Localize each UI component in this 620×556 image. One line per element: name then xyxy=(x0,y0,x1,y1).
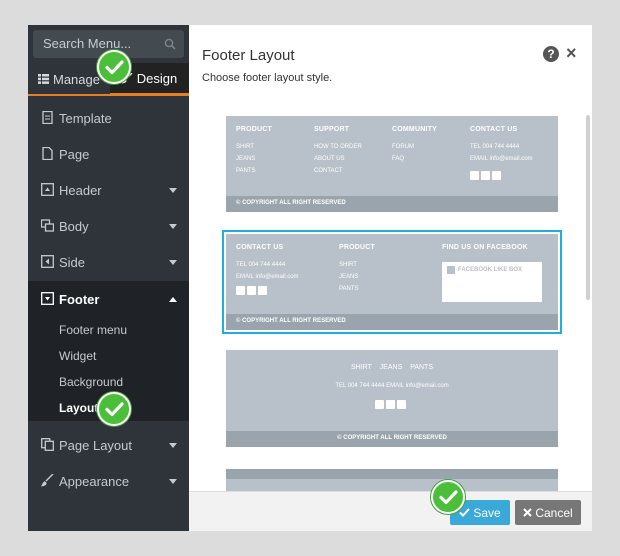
footer-layout-panel: Footer Layout Choose footer layout style… xyxy=(189,25,592,531)
tab-design-label: Design xyxy=(136,70,178,86)
file-icon xyxy=(42,111,53,124)
submenu-item-footer-menu[interactable]: Footer menu xyxy=(59,323,127,337)
sidebar-item-label: Appearance xyxy=(59,473,130,489)
brush-icon xyxy=(41,474,54,487)
column-title: CONTACT US xyxy=(470,126,518,133)
scrollbar[interactable] xyxy=(586,115,590,300)
layout-option-1[interactable]: PRODUCT SHIRT JEANS PANTS SUPPORT HOW TO O… xyxy=(226,116,558,212)
column-title: COMMUNITY xyxy=(392,126,437,133)
facebook-like-box: FACEBOOK LIKE BOX xyxy=(442,262,542,302)
body-icon xyxy=(41,219,54,232)
column-lines: TEL 004 744 4444 EMAIL info@email.com xyxy=(236,262,299,280)
facebook-icon xyxy=(375,400,384,409)
chevron-down-icon xyxy=(169,260,177,265)
submenu-item-widget[interactable]: Widget xyxy=(59,349,96,363)
social-icons xyxy=(470,171,501,180)
header-icon xyxy=(41,183,54,196)
cancel-button[interactable]: Cancel xyxy=(515,500,581,525)
close-icon[interactable]: × xyxy=(566,43,577,64)
column-lines: SHIRT JEANS PANTS xyxy=(339,262,359,292)
panel-title: Footer Layout xyxy=(202,47,295,64)
search-icon[interactable] xyxy=(164,38,176,50)
layout-option-3[interactable]: SHIRT JEANS PANTS TEL 004 744 4444 EMAIL… xyxy=(226,350,558,447)
check-badge-icon xyxy=(97,392,131,426)
copy-icon xyxy=(41,438,54,451)
panel-footer: Save Cancel xyxy=(189,491,592,531)
sidebar-item-label: Template xyxy=(59,110,112,126)
facebook-like-box-label: FACEBOOK LIKE BOX xyxy=(458,267,523,273)
search-placeholder: Search Menu... xyxy=(43,36,132,51)
facebook-icon xyxy=(447,266,455,274)
chevron-down-icon xyxy=(169,479,177,484)
instagram-icon xyxy=(492,171,501,180)
checkmark-icon xyxy=(459,508,471,517)
sidebar-item-label: Footer xyxy=(59,291,100,307)
sidebar-item-template[interactable]: Template xyxy=(28,100,189,136)
chevron-down-icon xyxy=(169,188,177,193)
sidebar-item-appearance[interactable]: Appearance xyxy=(28,463,189,499)
twitter-icon xyxy=(481,171,490,180)
sidebar-item-body[interactable]: Body xyxy=(28,208,189,244)
chevron-up-icon xyxy=(169,297,177,302)
sidebar-item-label: Header xyxy=(59,182,102,198)
sidebar-item-footer[interactable]: Footer xyxy=(28,281,189,317)
instagram-icon xyxy=(397,400,406,409)
save-label: Save xyxy=(473,505,501,520)
copyright-text: © COPYRIGHT ALL RIGHT RESERVED xyxy=(236,318,346,324)
layout-option-2[interactable]: CONTACT US TEL 004 744 4444 EMAIL info@em… xyxy=(222,230,562,334)
instagram-icon xyxy=(258,286,267,295)
column-title: CONTACT US xyxy=(236,244,284,251)
twitter-icon xyxy=(386,400,395,409)
copyright-text: © COPYRIGHT ALL RIGHT RESERVED xyxy=(337,435,447,441)
center-contact: TEL 004 744 4444 EMAIL info@email.com xyxy=(335,383,449,389)
column-lines: SHIRT JEANS PANTS xyxy=(236,144,256,174)
sidebar-item-label: Body xyxy=(59,218,89,234)
column-title: PRODUCT xyxy=(236,126,273,133)
help-icon[interactable]: ? xyxy=(543,46,559,62)
copyright-text: © COPYRIGHT ALL RIGHT RESERVED xyxy=(236,200,346,206)
check-badge-icon xyxy=(431,480,465,514)
copyright-bar: © COPYRIGHT ALL RIGHT RESERVED xyxy=(226,196,558,212)
submenu-item-layout[interactable]: Layout xyxy=(59,401,98,415)
footer-icon xyxy=(41,292,54,305)
tab-manage-label: Manage xyxy=(53,71,100,87)
sidebar-item-page[interactable]: Page xyxy=(28,136,189,172)
facebook-icon xyxy=(470,171,479,180)
layout-options-list: PRODUCT SHIRT JEANS PANTS SUPPORT HOW TO O… xyxy=(189,113,584,491)
social-icons xyxy=(375,400,406,409)
list-icon xyxy=(38,74,49,84)
close-icon xyxy=(523,508,533,517)
tabs-underline xyxy=(28,94,189,96)
sidebar-item-label: Page xyxy=(59,146,90,162)
sidebar-item-label: Side xyxy=(59,254,86,270)
layout-option-4-header xyxy=(226,469,558,479)
column-title: SUPPORT xyxy=(314,126,350,133)
page-icon xyxy=(42,147,53,160)
panel-subtitle: Choose footer layout style. xyxy=(202,72,333,84)
copyright-bar: © COPYRIGHT ALL RIGHT RESERVED xyxy=(226,431,558,447)
social-icons xyxy=(236,286,267,295)
column-lines: TEL 004 744 4444 EMAIL info@email.com xyxy=(470,144,533,162)
column-title: PRODUCT xyxy=(339,244,376,251)
sidebar-item-header[interactable]: Header xyxy=(28,172,189,208)
check-badge-icon xyxy=(97,50,131,84)
facebook-icon xyxy=(236,286,245,295)
twitter-icon xyxy=(247,286,256,295)
sidebar: Search Menu... Manage Design Template Pa… xyxy=(28,25,189,531)
chevron-down-icon xyxy=(169,224,177,229)
sidebar-item-side[interactable]: Side xyxy=(28,244,189,280)
center-links: SHIRT JEANS PANTS xyxy=(350,364,434,371)
submenu-item-background[interactable]: Background xyxy=(59,375,123,389)
cancel-label: Cancel xyxy=(535,505,573,520)
sidebar-item-label: Page Layout xyxy=(59,437,133,453)
copyright-bar: © COPYRIGHT ALL RIGHT RESERVED xyxy=(226,314,558,330)
tab-manage[interactable]: Manage xyxy=(38,63,100,95)
layout-option-4[interactable] xyxy=(226,469,558,491)
side-icon xyxy=(41,255,54,268)
sidebar-item-page-layout[interactable]: Page Layout xyxy=(28,427,189,463)
column-title: FIND US ON FACEBOOK xyxy=(442,244,528,251)
column-lines: HOW TO ORDER ABOUT US CONTACT xyxy=(314,144,362,174)
chevron-down-icon xyxy=(169,443,177,448)
column-lines: FORUM FAQ xyxy=(392,144,414,162)
